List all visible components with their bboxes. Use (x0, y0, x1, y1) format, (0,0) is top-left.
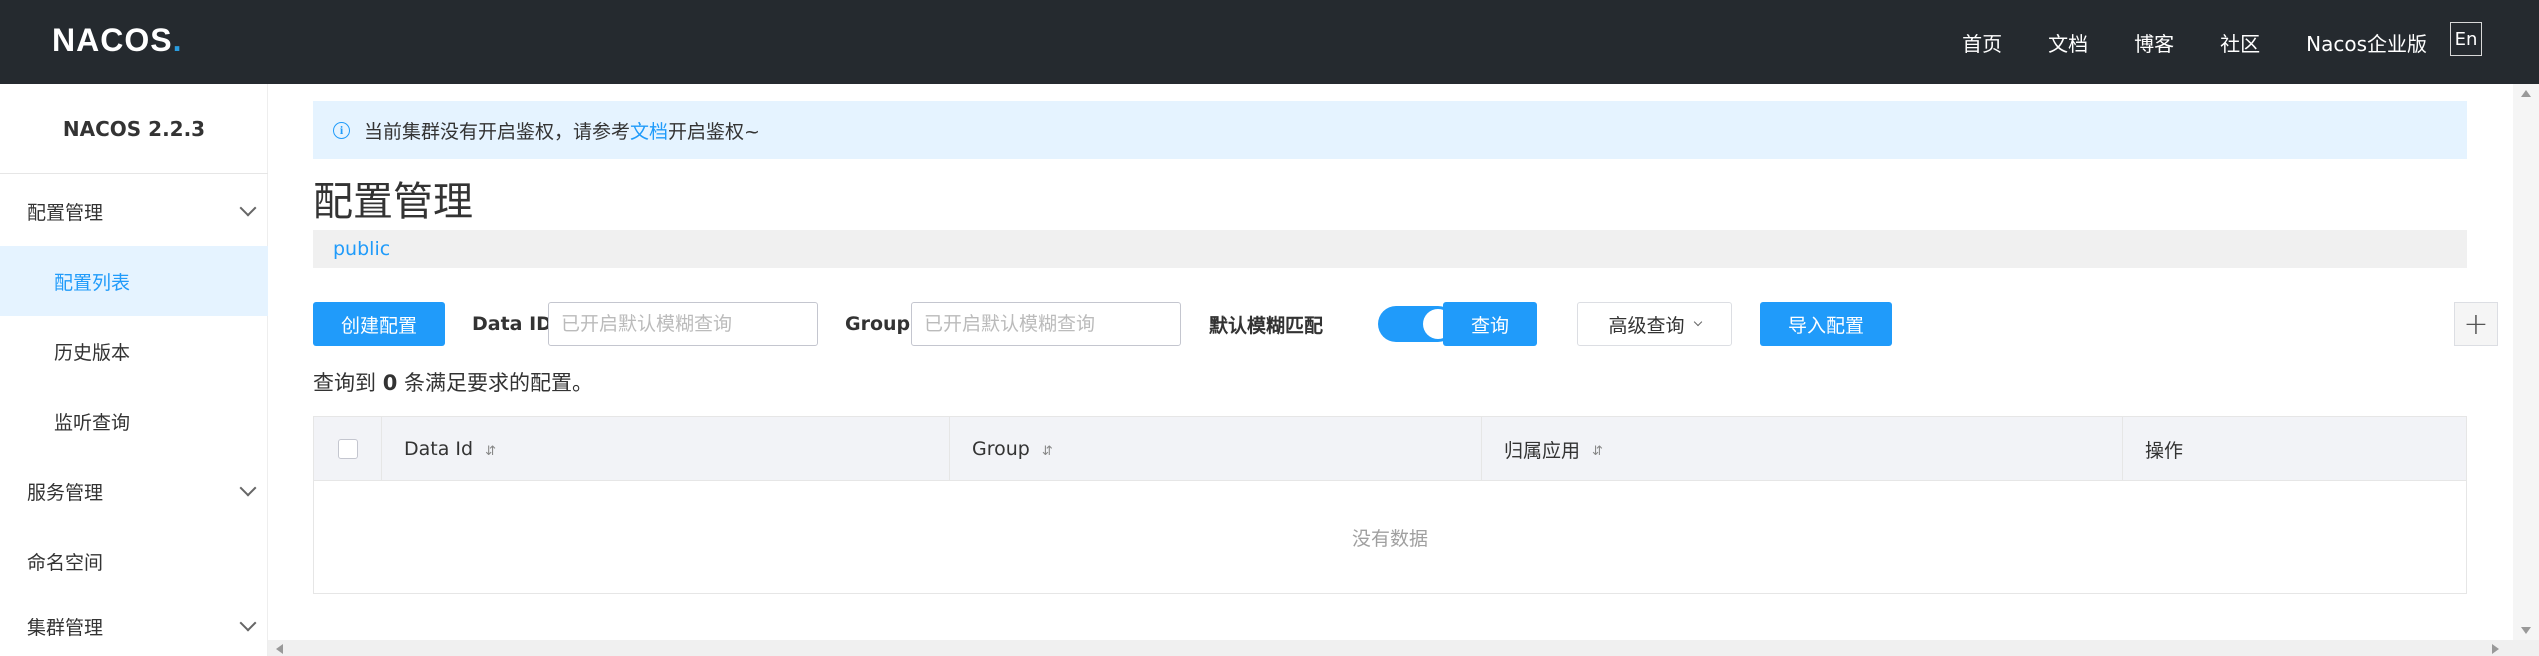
sidebar-group-config-management[interactable]: 配置管理 (0, 182, 268, 240)
select-all-checkbox[interactable] (337, 439, 358, 459)
scroll-left-icon[interactable] (276, 644, 283, 654)
import-config-button[interactable]: 导入配置 (1760, 302, 1892, 346)
data-id-label: Data ID (472, 313, 552, 335)
main-content: i 当前集群没有开启鉴权，请参考 文档 开启鉴权~ 配置管理 public 创建配置… (268, 84, 2513, 640)
auth-notice: i 当前集群没有开启鉴权，请参考 文档 开启鉴权~ (313, 101, 2467, 159)
scroll-up-icon[interactable] (2521, 90, 2531, 97)
namespace-public-link[interactable]: public (333, 238, 390, 260)
scroll-down-icon[interactable] (2521, 627, 2531, 634)
group-input[interactable] (911, 302, 1181, 346)
search-toolbar: 创建配置 Data ID Group 默认模糊匹配 查询 高级查询 导入配置 + (313, 302, 2517, 348)
sort-icon[interactable]: ⇵ (1592, 444, 1603, 459)
sidebar-item-label: 监听查询 (54, 411, 131, 434)
notice-text-suffix: 开启鉴权~ (668, 120, 760, 143)
version-label: NACOS 2.2.3 (0, 84, 268, 174)
empty-state: 没有数据 (1351, 527, 1428, 550)
create-config-button[interactable]: 创建配置 (313, 302, 445, 346)
sort-icon[interactable]: ⇵ (485, 444, 496, 459)
nav-community[interactable]: 社区 (2220, 28, 2260, 57)
sidebar-item-label: 服务管理 (27, 481, 104, 504)
sidebar-item-label: 配置管理 (27, 201, 104, 224)
column-label: 归属应用 (1504, 439, 1581, 462)
column-group[interactable]: Group ⇵ (950, 417, 1482, 481)
sidebar-item-label: 集群管理 (27, 616, 104, 639)
result-summary: 查询到 0 条满足要求的配置。 (313, 367, 593, 397)
info-icon: i (333, 121, 350, 139)
sidebar-group-cluster-management[interactable]: 集群管理 (0, 596, 268, 656)
notice-doc-link[interactable]: 文档 (630, 117, 668, 144)
sidebar-item-history[interactable]: 历史版本 (0, 316, 268, 386)
vertical-scrollbar[interactable] (2513, 84, 2539, 640)
top-navbar: NACOS. 首页 文档 博客 社区 Nacos企业版 En (0, 0, 2539, 84)
column-actions: 操作 (2123, 417, 2466, 481)
sidebar-item-label: 配置列表 (54, 271, 131, 294)
fuzzy-match-label: 默认模糊匹配 (1209, 314, 1324, 337)
language-toggle-button[interactable]: En (2450, 22, 2482, 56)
column-label: 操作 (2145, 439, 2184, 462)
notice-text: 当前集群没有开启鉴权，请参考 (364, 120, 631, 143)
logo-text: NACOS (52, 21, 173, 58)
page-title: 配置管理 (313, 179, 473, 225)
config-table: Data Id ⇵ Group ⇵ 归属应用 ⇵ 操作 没有数据 (313, 416, 2467, 594)
column-label: Data Id (404, 438, 474, 460)
query-button[interactable]: 查询 (1443, 302, 1537, 346)
data-id-input[interactable] (548, 302, 818, 346)
sidebar: NACOS 2.2.3 配置管理 配置列表 历史版本 监听查询 服务管理 命名空… (0, 84, 268, 656)
chevron-down-icon (239, 614, 257, 632)
sidebar-group-service-management[interactable]: 服务管理 (0, 456, 268, 526)
sidebar-item-label: 命名空间 (27, 551, 104, 574)
group-label: Group (845, 313, 911, 335)
advanced-query-label: 高级查询 (1608, 314, 1685, 337)
chevron-down-icon (1693, 317, 1702, 327)
column-label: Group (972, 438, 1030, 460)
sort-icon[interactable]: ⇵ (1042, 444, 1053, 459)
scroll-right-icon[interactable] (2492, 644, 2499, 654)
result-suffix: 条满足要求的配置。 (404, 371, 593, 395)
column-app[interactable]: 归属应用 ⇵ (1482, 417, 2123, 481)
sidebar-item-label: 历史版本 (54, 341, 131, 364)
sidebar-item-listener-query[interactable]: 监听查询 (0, 386, 268, 456)
nav-docs[interactable]: 文档 (2048, 28, 2088, 57)
nav-enterprise[interactable]: Nacos企业版 (2306, 28, 2427, 57)
plus-icon[interactable]: + (2454, 302, 2498, 346)
chevron-down-icon (239, 479, 257, 497)
advanced-query-button[interactable]: 高级查询 (1577, 302, 1732, 346)
select-all-cell (314, 417, 382, 481)
nacos-logo[interactable]: NACOS. (52, 20, 182, 60)
sidebar-item-namespace[interactable]: 命名空间 (0, 526, 268, 596)
column-data-id[interactable]: Data Id ⇵ (382, 417, 950, 481)
logo-dot: . (172, 21, 183, 58)
sidebar-item-config-list[interactable]: 配置列表 (0, 246, 268, 316)
chevron-down-icon (239, 199, 257, 217)
nav-home[interactable]: 首页 (1962, 28, 2002, 57)
horizontal-scrollbar[interactable] (268, 640, 2539, 656)
result-count: 0 (382, 371, 398, 395)
result-prefix: 查询到 (313, 371, 376, 395)
nav-blog[interactable]: 博客 (2134, 28, 2174, 57)
table-header: Data Id ⇵ Group ⇵ 归属应用 ⇵ 操作 (314, 417, 2466, 481)
namespace-bar: public (313, 230, 2467, 268)
